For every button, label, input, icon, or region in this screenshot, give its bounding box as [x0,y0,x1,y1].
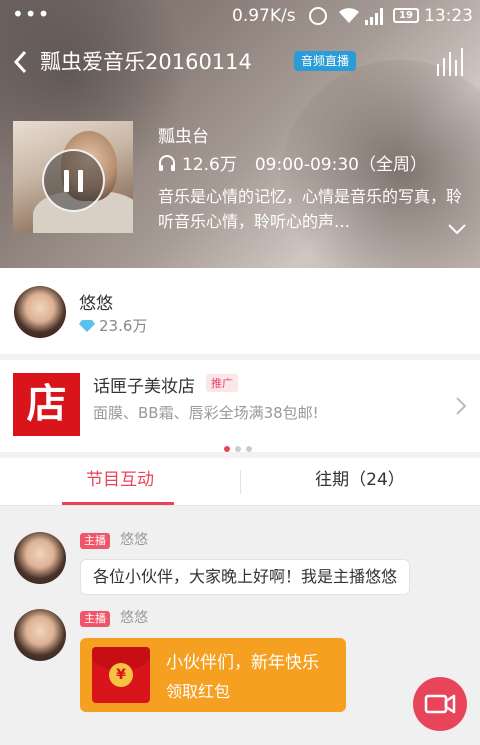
host-card[interactable]: 悠悠 23.6万 [0,268,480,354]
title-bar: 瓢虫爱音乐20160114 音频直播 [0,40,480,84]
live-badge: 音频直播 [294,51,357,71]
red-packet-icon: ¥ [92,647,150,703]
active-tab-indicator [62,502,174,505]
carousel-indicator [224,437,257,456]
schedule: 09:00-09:30（全周） [254,155,427,175]
sender-name: 悠悠 [120,532,148,548]
headphones-icon [159,155,175,171]
avatar[interactable] [14,286,66,338]
diamond-icon [79,320,95,332]
station-name: 瓢虫台 [158,127,209,147]
coin-icon: ¥ [109,663,133,687]
tab-bar: 节目互动 往期（24） [0,458,480,506]
role-badge: 主播 [80,533,110,549]
notification-dots: ••• [12,2,51,26]
equalizer-icon[interactable] [436,48,468,76]
promo-tag: 推广 [206,374,238,392]
wifi-icon [339,8,359,23]
store-logo: 店 [13,373,80,436]
video-button[interactable] [413,677,467,731]
ad-title: 话匣子美妆店 [93,377,195,397]
clock: 13:23 [424,6,473,26]
chat-list: 主播 悠悠 各位小伙伴，大家晚上好啊！我是主播悠悠 主播 悠悠 ¥ 小伙伴们，新… [0,507,480,745]
message-bubble: 各位小伙伴，大家晚上好啊！我是主播悠悠 [80,559,411,595]
video-camera-icon [424,694,456,714]
battery-icon: 19 [393,8,419,23]
pause-button[interactable] [42,149,105,212]
role-badge: 主播 [80,611,110,627]
host-name: 悠悠 [79,294,113,314]
tab-past-episodes[interactable]: 往期（24） [240,458,480,506]
network-speed: 0.97K/s [232,6,296,26]
red-packet-message[interactable]: ¥ 小伙伴们，新年快乐 领取红包 [80,638,346,712]
red-packet-greeting: 小伙伴们，新年快乐 [166,653,319,673]
page-title: 瓢虫爱音乐20160114 [40,50,252,74]
tab-interaction[interactable]: 节目互动 [0,458,240,506]
fans-count: 23.6万 [99,317,148,335]
red-packet-action: 领取红包 [166,682,231,701]
avatar[interactable] [14,532,66,584]
ad-description: 面膜、BB霜、唇彩全场满38包邮! [93,404,319,422]
program-meta: 12.6万 09:00-09:30（全周） [158,150,427,175]
host-fans: 23.6万 [79,315,147,336]
program-header: ••• 0.97K/s 19 13:23 瓢虫爱音乐20160114 音频直播 [0,0,480,268]
chevron-down-icon[interactable] [447,222,467,236]
signal-icon [365,8,383,25]
status-bar: ••• 0.97K/s 19 13:23 [0,0,480,34]
chevron-right-icon [456,397,467,415]
sender-name: 悠悠 [120,610,148,626]
avatar[interactable] [14,609,66,661]
program-description: 音乐是心情的记忆，心情是音乐的写真，聆听音乐心情，聆听心的声… [158,187,463,231]
alarm-icon [309,7,327,25]
back-arrow-icon[interactable] [10,48,32,76]
pause-icon [64,170,69,192]
listener-count: 12.6万 [182,155,237,175]
pause-icon [78,170,83,192]
promo-banner[interactable]: 店 话匣子美妆店 推广 面膜、BB霜、唇彩全场满38包邮! [0,360,480,452]
